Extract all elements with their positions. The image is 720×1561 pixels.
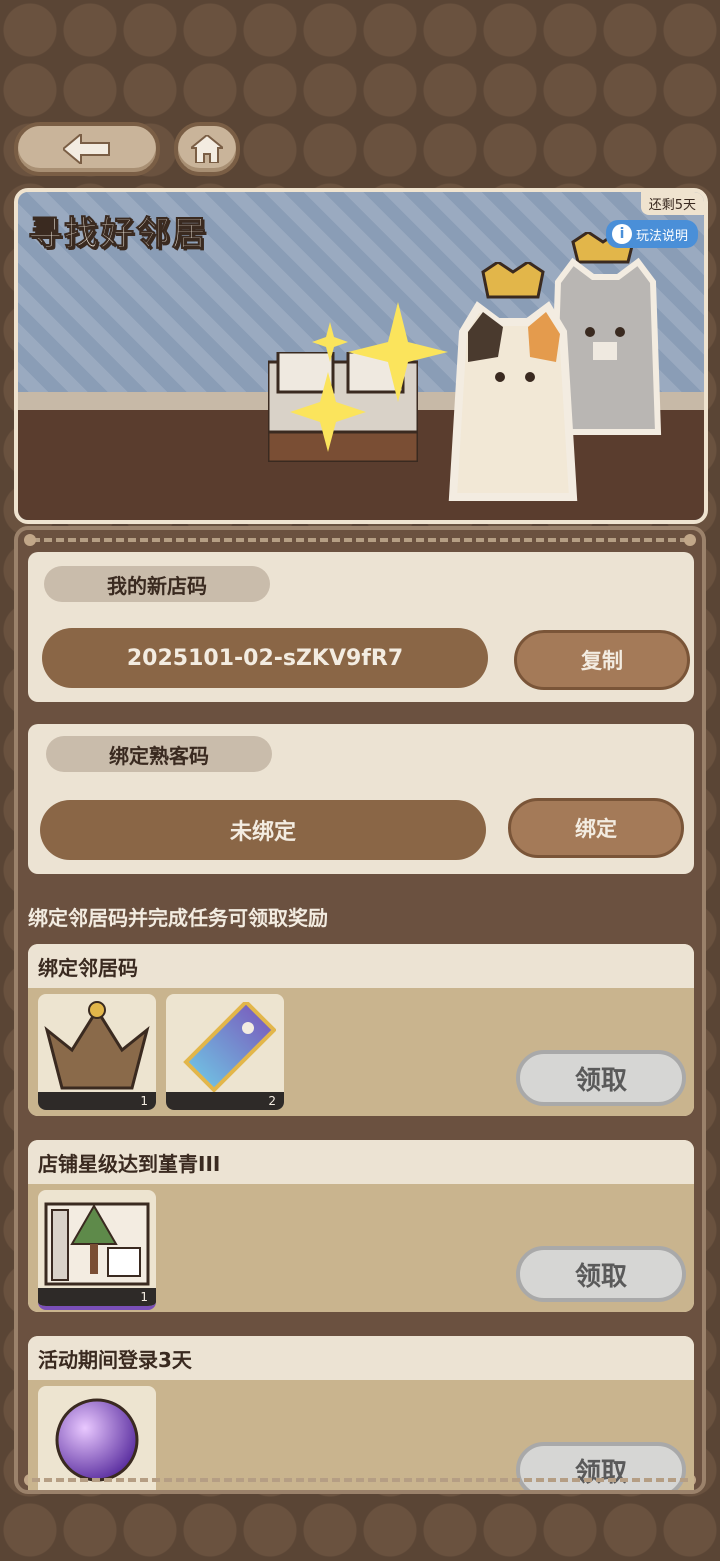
task-card: 活动期间登录3天 领取 <box>28 1336 694 1490</box>
home-button[interactable] <box>174 122 240 176</box>
task-card: 店铺星级达到堇青III 1 领取 <box>28 1140 694 1312</box>
crown-icon <box>44 1001 150 1090</box>
main-panel: 我的新店码 2025101-02-sZKV9fR7 复制 绑定熟客码 未绑定 绑… <box>14 526 706 1494</box>
reward-item[interactable] <box>38 1386 156 1490</box>
reward-qty: 1 <box>38 1288 156 1306</box>
rivet <box>684 534 696 546</box>
task-title: 店铺星级达到堇青III <box>28 1140 694 1184</box>
my-code-label: 我的新店码 <box>44 566 270 602</box>
task-title: 绑定邻居码 <box>28 944 694 988</box>
reward-item[interactable]: 2 <box>166 994 284 1110</box>
home-icon <box>191 135 223 163</box>
rules-button[interactable]: i 玩法说明 <box>605 220 698 248</box>
event-banner: 寻找好邻居 还剩5天 i 玩法说明 <box>14 188 708 524</box>
crystal-orb-icon <box>55 1398 139 1482</box>
sparkle-icon <box>290 302 448 452</box>
bind-code-card: 绑定熟客码 未绑定 绑定 <box>28 724 694 874</box>
days-left-badge: 还剩5天 <box>640 192 704 215</box>
bind-code-label: 绑定熟客码 <box>46 736 272 772</box>
task-rewards: 1 2 领取 <box>28 988 694 1116</box>
reward-qty: 1 <box>38 1092 156 1110</box>
copy-button[interactable]: 复制 <box>514 630 690 690</box>
task-rewards: 领取 <box>28 1380 694 1490</box>
claim-button[interactable]: 领取 <box>516 1050 686 1106</box>
calico-cat-icon <box>448 262 578 501</box>
back-button[interactable] <box>14 122 160 176</box>
reward-item[interactable]: 1 <box>38 1190 156 1310</box>
reward-qty: 2 <box>166 1092 284 1110</box>
banner-title: 寻找好邻居 <box>28 214 208 255</box>
task-rewards: 1 领取 <box>28 1184 694 1312</box>
bind-code-value: 未绑定 <box>40 800 486 860</box>
task-card: 绑定邻居码 1 2 领取 <box>28 944 694 1116</box>
claim-button[interactable]: 领取 <box>516 1442 686 1490</box>
rules-label: 玩法说明 <box>635 228 688 244</box>
claim-button[interactable]: 领取 <box>516 1246 686 1302</box>
ticket-icon <box>183 1002 276 1092</box>
my-code-card: 我的新店码 2025101-02-sZKV9fR7 复制 <box>28 552 694 702</box>
my-code-value: 2025101-02-sZKV9fR7 <box>42 628 488 688</box>
info-icon: i <box>611 224 632 244</box>
rivet <box>24 534 36 546</box>
task-title: 活动期间登录3天 <box>28 1336 694 1380</box>
bind-button[interactable]: 绑定 <box>508 798 684 858</box>
rewards-heading: 绑定邻居码并完成任务可领取奖励 <box>28 906 328 930</box>
left-arrow-icon <box>63 134 110 164</box>
reward-item[interactable]: 1 <box>38 994 156 1110</box>
furniture-set-icon <box>44 1202 150 1286</box>
